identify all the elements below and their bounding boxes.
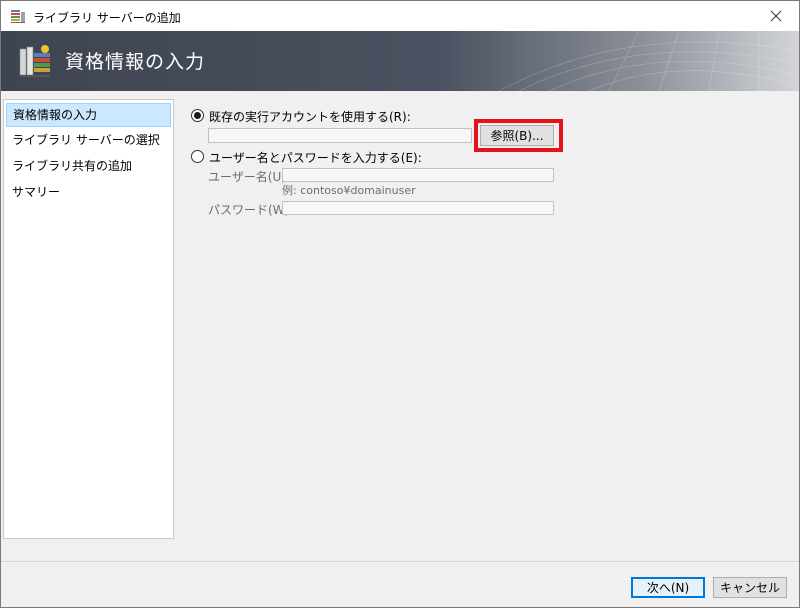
- password-input[interactable]: [282, 201, 554, 215]
- wizard-window: ライブラリ サーバーの追加 資格情報の入力 資格情報の入力 ライブラリ サーバー…: [0, 0, 800, 608]
- header-banner: 資格情報の入力: [1, 31, 799, 91]
- nav-item-summary[interactable]: サマリー: [6, 181, 171, 205]
- password-label: パスワード(W):: [208, 203, 294, 217]
- username-input[interactable]: [282, 168, 554, 182]
- browse-button[interactable]: 参照(B)...: [480, 125, 554, 146]
- close-button[interactable]: [753, 1, 799, 31]
- manual-credentials-radio[interactable]: [191, 150, 204, 163]
- window-title: ライブラリ サーバーの追加: [33, 11, 181, 25]
- next-button[interactable]: 次へ(N): [631, 577, 705, 598]
- title-bar: ライブラリ サーバーの追加: [1, 1, 799, 31]
- existing-account-radio[interactable]: [191, 109, 204, 122]
- nav-item-select-library-server[interactable]: ライブラリ サーバーの選択: [6, 129, 171, 153]
- footer-separator: [1, 561, 799, 562]
- username-hint: 例: contoso¥domainuser: [282, 184, 416, 197]
- page-title: 資格情報の入力: [65, 51, 206, 73]
- username-label: ユーザー名(U):: [208, 170, 290, 184]
- close-icon: [770, 10, 782, 22]
- books-icon: [19, 45, 50, 77]
- run-as-account-field[interactable]: [208, 128, 472, 143]
- cancel-button[interactable]: キャンセル: [713, 577, 787, 598]
- existing-account-label[interactable]: 既存の実行アカウントを使用する(R):: [209, 108, 411, 125]
- manual-credentials-label[interactable]: ユーザー名とパスワードを入力する(E):: [209, 149, 422, 166]
- nav-item-credentials[interactable]: 資格情報の入力: [6, 103, 171, 127]
- nav-item-add-library-share[interactable]: ライブラリ共有の追加: [6, 155, 171, 179]
- wizard-steps-nav: 資格情報の入力 ライブラリ サーバーの選択 ライブラリ共有の追加 サマリー: [3, 99, 174, 539]
- banner-decoration: [498, 31, 799, 91]
- library-server-icon: [11, 10, 25, 23]
